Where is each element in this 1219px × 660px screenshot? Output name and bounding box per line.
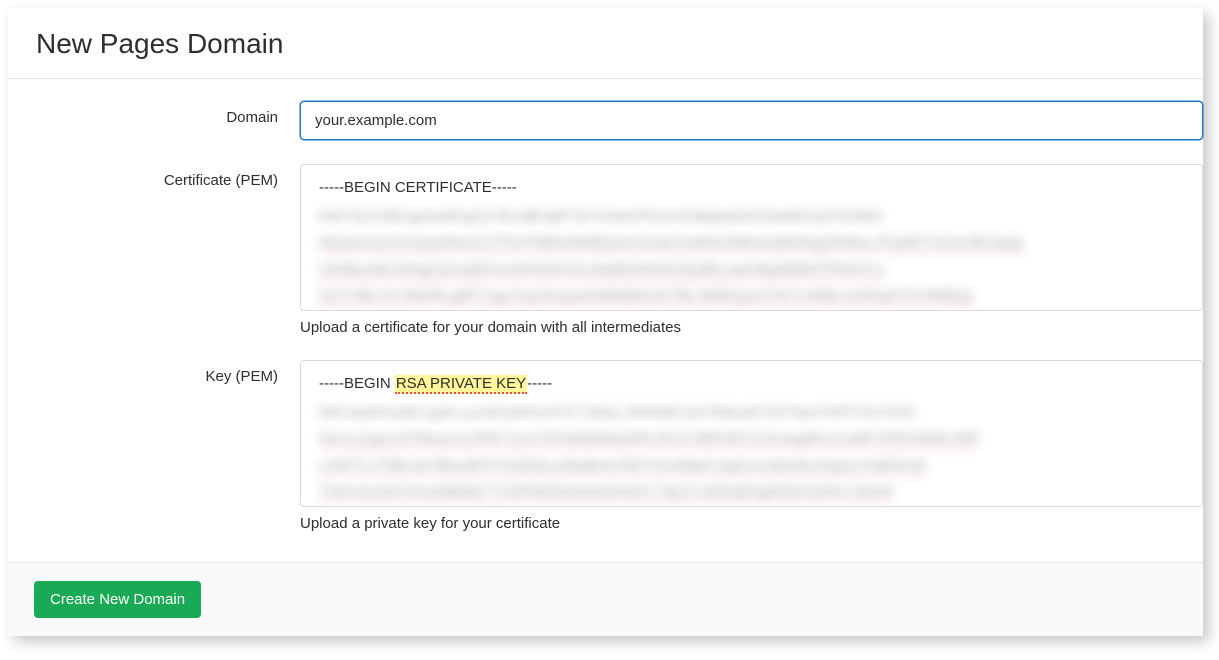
key-label: Key (PEM) — [8, 360, 300, 385]
certificate-first-line: -----BEGIN CERTIFICATE----- — [319, 177, 1184, 198]
certificate-textarea[interactable]: -----BEGIN CERTIFICATE----- MIIFXjCCBEag… — [300, 164, 1203, 311]
form-row-key: Key (PEM) -----BEGIN RSA PRIVATE KEY----… — [8, 360, 1203, 532]
domain-label: Domain — [8, 101, 300, 126]
page-header: New Pages Domain — [8, 8, 1203, 79]
certificate-blurred-content: MIIFXjCCBEagAwIBAgIQYBUdBr/gfFTaiTxl4aH/… — [319, 204, 1184, 309]
certificate-label: Certificate (PEM) — [8, 164, 300, 189]
key-help: Upload a private key for your certificat… — [300, 515, 1203, 532]
certificate-help: Upload a certificate for your domain wit… — [300, 319, 1203, 336]
form-body: Domain Certificate (PEM) -----BEGIN CERT… — [8, 79, 1203, 562]
page-container: New Pages Domain Domain Certificate (PEM… — [8, 8, 1203, 636]
page-title: New Pages Domain — [36, 28, 1175, 60]
key-blurred-content: MIIUay8HouMLAgDLuucMUaDhuHi7K7SMyLJWWq8Y… — [319, 400, 1184, 505]
key-prefix: -----BEGIN — [319, 375, 395, 392]
key-first-line: -----BEGIN RSA PRIVATE KEY----- — [319, 373, 1184, 394]
form-row-certificate: Certificate (PEM) -----BEGIN CERTIFICATE… — [8, 164, 1203, 336]
form-footer: Create New Domain — [8, 562, 1203, 636]
domain-control — [300, 101, 1203, 140]
form-row-domain: Domain — [8, 101, 1203, 140]
key-textarea[interactable]: -----BEGIN RSA PRIVATE KEY----- MIIUay8H… — [300, 360, 1203, 507]
certificate-control: -----BEGIN CERTIFICATE----- MIIFXjCCBEag… — [300, 164, 1203, 336]
key-suffix: ----- — [527, 375, 552, 392]
key-control: -----BEGIN RSA PRIVATE KEY----- MIIUay8H… — [300, 360, 1203, 532]
domain-input[interactable] — [300, 101, 1203, 140]
create-domain-button[interactable]: Create New Domain — [34, 581, 201, 618]
key-highlight: RSA PRIVATE KEY — [395, 375, 527, 394]
